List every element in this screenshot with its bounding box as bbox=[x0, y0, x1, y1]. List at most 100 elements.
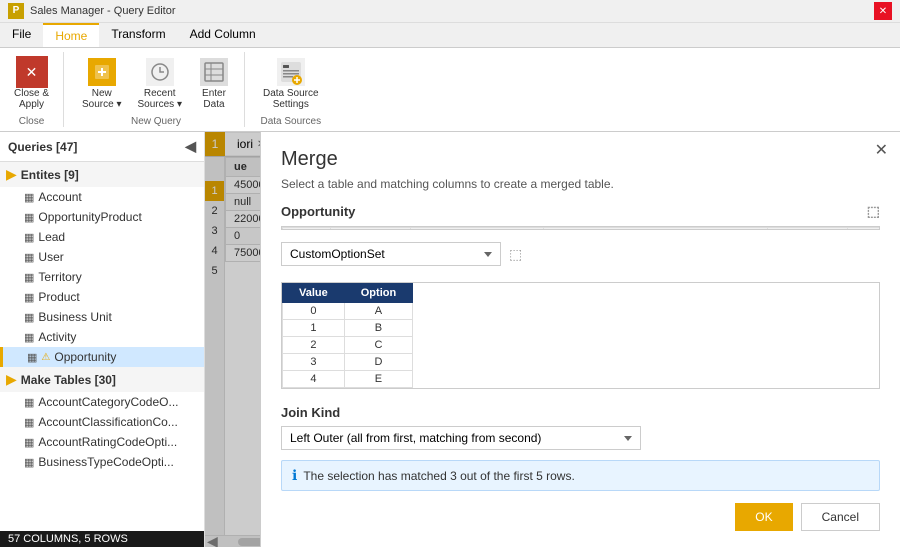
sidebar-item-business-unit-label: Business Unit bbox=[38, 310, 111, 324]
recent-sources-svg bbox=[150, 62, 170, 82]
merge-section-1-icon[interactable]: ⬚ bbox=[867, 203, 880, 220]
info-bar: ℹ The selection has matched 3 out of the… bbox=[281, 460, 880, 491]
folder-icon-make-tables: ▶ bbox=[6, 371, 17, 388]
merge-col-prioritycode[interactable]: prioritycode bbox=[330, 228, 411, 231]
option-table-cell: 2 bbox=[283, 337, 345, 354]
table-icon-account-rating: ▦ bbox=[24, 436, 34, 449]
tab-file[interactable]: File bbox=[0, 23, 43, 47]
merge-section-1-label: Opportunity ⬚ bbox=[281, 203, 880, 220]
sidebar-item-account-category[interactable]: ▦ AccountCategoryCodeO... bbox=[0, 392, 204, 412]
sidebar-item-business-type-label: BusinessTypeCodeOpti... bbox=[38, 455, 173, 469]
query-area: 1 iori ✕ 1 2 3 4 5 ue p bbox=[205, 132, 900, 547]
table-icon-user: ▦ bbox=[24, 251, 34, 264]
window-title: Sales Manager - Query Editor bbox=[30, 5, 176, 17]
table-icon-account-category: ▦ bbox=[24, 396, 34, 409]
sidebar-group-make-tables-label: Make Tables [30] bbox=[21, 373, 116, 387]
option-table-row[interactable]: 0A bbox=[283, 303, 413, 320]
ribbon-group-close: Close &Apply Close bbox=[8, 52, 64, 127]
table-icon-territory: ▦ bbox=[24, 271, 34, 284]
option-table-cell: 3 bbox=[283, 354, 345, 371]
table-icon-activity: ▦ bbox=[24, 331, 34, 344]
merge-table-1-container[interactable]: ue prioritycode new_customoptionset _cam… bbox=[281, 226, 880, 230]
ok-button[interactable]: OK bbox=[735, 503, 792, 531]
table-icon-lead: ▦ bbox=[24, 231, 34, 244]
table-icon-account: ▦ bbox=[24, 191, 34, 204]
join-kind-dropdown[interactable]: Left Outer (all from first, matching fro… bbox=[281, 426, 641, 450]
enter-data-svg bbox=[203, 61, 225, 83]
merge-col-totalamount[interactable]: totalamount bbox=[768, 228, 848, 231]
sidebar-item-opportunityproduct[interactable]: ▦ OpportunityProduct bbox=[0, 207, 204, 227]
merge-table-1: ue prioritycode new_customoptionset _cam… bbox=[282, 227, 880, 230]
recent-sources-icon bbox=[144, 56, 176, 88]
option-table: Value Option 0A1B2C3D4E bbox=[282, 283, 413, 388]
info-text: The selection has matched 3 out of the f… bbox=[303, 469, 574, 483]
sidebar-item-account[interactable]: ▦ Account bbox=[0, 187, 204, 207]
sidebar-item-opportunity[interactable]: ▦ ⚠ Opportunity bbox=[0, 347, 204, 367]
sidebar-item-account-classification[interactable]: ▦ AccountClassificationCo... bbox=[0, 412, 204, 432]
sidebar-header: Queries [47] ◀ bbox=[0, 132, 204, 162]
sidebar-group-entites-header[interactable]: ▶ Entites [9] bbox=[0, 162, 204, 187]
table-icon-product: ▦ bbox=[24, 291, 34, 304]
sidebar-group-make-tables-header[interactable]: ▶ Make Tables [30] bbox=[0, 367, 204, 392]
new-source-label: NewSource ▾ bbox=[82, 88, 121, 110]
title-bar: P Sales Manager - Query Editor ✕ bbox=[0, 0, 900, 23]
ribbon: Close &Apply Close NewSource ▾ bbox=[0, 48, 900, 132]
recent-sources-icon-shape bbox=[146, 58, 174, 86]
option-table-cell: B bbox=[344, 320, 412, 337]
data-source-settings-icon bbox=[275, 56, 307, 88]
enter-data-icon-shape bbox=[200, 58, 228, 86]
window-close-button[interactable]: ✕ bbox=[874, 2, 892, 20]
sidebar-collapse-button[interactable]: ◀ bbox=[185, 138, 196, 155]
option-table-cell: 4 bbox=[283, 371, 345, 388]
close-group-label: Close bbox=[8, 116, 55, 127]
option-table-cell: 0 bbox=[283, 303, 345, 320]
sidebar: Queries [47] ◀ ▶ Entites [9] ▦ Account ▦… bbox=[0, 132, 205, 547]
cancel-button[interactable]: Cancel bbox=[801, 503, 880, 531]
sidebar-item-account-category-label: AccountCategoryCodeO... bbox=[38, 395, 178, 409]
recent-sources-button[interactable]: RecentSources ▾ bbox=[132, 52, 188, 114]
close-apply-button[interactable]: Close &Apply bbox=[8, 52, 55, 114]
sidebar-item-account-label: Account bbox=[38, 190, 81, 204]
sidebar-item-product[interactable]: ▦ Product bbox=[0, 287, 204, 307]
sidebar-item-account-rating[interactable]: ▦ AccountRatingCodeOpti... bbox=[0, 432, 204, 452]
sidebar-item-lead[interactable]: ▦ Lead bbox=[0, 227, 204, 247]
option-table-row[interactable]: 2C bbox=[283, 337, 413, 354]
table-icon-business-unit: ▦ bbox=[24, 311, 34, 324]
merge-col-owning[interactable]: _owningbusine bbox=[848, 228, 880, 231]
option-table-cell: D bbox=[344, 354, 412, 371]
merge-col-ue[interactable]: ue bbox=[283, 228, 331, 231]
sidebar-title: Queries [47] bbox=[8, 140, 77, 154]
merge-col-customoptionset[interactable]: new_customoptionset bbox=[411, 228, 544, 231]
option-table-row[interactable]: 4E bbox=[283, 371, 413, 388]
merge-panel: ✕ Merge Select a table and matching colu… bbox=[260, 132, 900, 547]
merge-table-1-header: ue prioritycode new_customoptionset _cam… bbox=[283, 228, 881, 231]
ribbon-group-ds-items: Data SourceSettings bbox=[257, 52, 325, 114]
option-col-value[interactable]: Value bbox=[283, 284, 345, 303]
close-apply-icon bbox=[16, 56, 48, 88]
new-source-button[interactable]: NewSource ▾ bbox=[76, 52, 127, 114]
data-source-settings-button[interactable]: Data SourceSettings bbox=[257, 52, 325, 114]
tab-add-column[interactable]: Add Column bbox=[178, 23, 268, 47]
new-query-group-label: New Query bbox=[76, 116, 236, 127]
sidebar-item-business-unit[interactable]: ▦ Business Unit bbox=[0, 307, 204, 327]
new-source-icon bbox=[86, 56, 118, 88]
sidebar-item-territory-label: Territory bbox=[38, 270, 81, 284]
sidebar-scroll[interactable]: ▶ Entites [9] ▦ Account ▦ OpportunityPro… bbox=[0, 162, 204, 531]
tab-home[interactable]: Home bbox=[43, 23, 99, 47]
enter-data-label: EnterData bbox=[202, 88, 226, 110]
customoptionset-dropdown[interactable]: CustomOptionSet bbox=[281, 242, 501, 266]
option-col-option[interactable]: Option bbox=[344, 284, 412, 303]
sidebar-item-business-type[interactable]: ▦ BusinessTypeCodeOpti... bbox=[0, 452, 204, 472]
merge-col-campaignid[interactable]: _campaignid_value bbox=[544, 228, 768, 231]
merge-close-button[interactable]: ✕ bbox=[875, 140, 888, 160]
enter-data-button[interactable]: EnterData bbox=[192, 52, 236, 114]
sidebar-item-user[interactable]: ▦ User bbox=[0, 247, 204, 267]
sidebar-item-activity[interactable]: ▦ Activity bbox=[0, 327, 204, 347]
app-icon: P bbox=[8, 3, 24, 19]
sidebar-item-territory[interactable]: ▦ Territory bbox=[0, 267, 204, 287]
sidebar-item-account-rating-label: AccountRatingCodeOpti... bbox=[38, 435, 177, 449]
option-table-row[interactable]: 3D bbox=[283, 354, 413, 371]
merge-subtitle: Select a table and matching columns to c… bbox=[281, 177, 880, 191]
tab-transform[interactable]: Transform bbox=[99, 23, 177, 47]
option-table-row[interactable]: 1B bbox=[283, 320, 413, 337]
